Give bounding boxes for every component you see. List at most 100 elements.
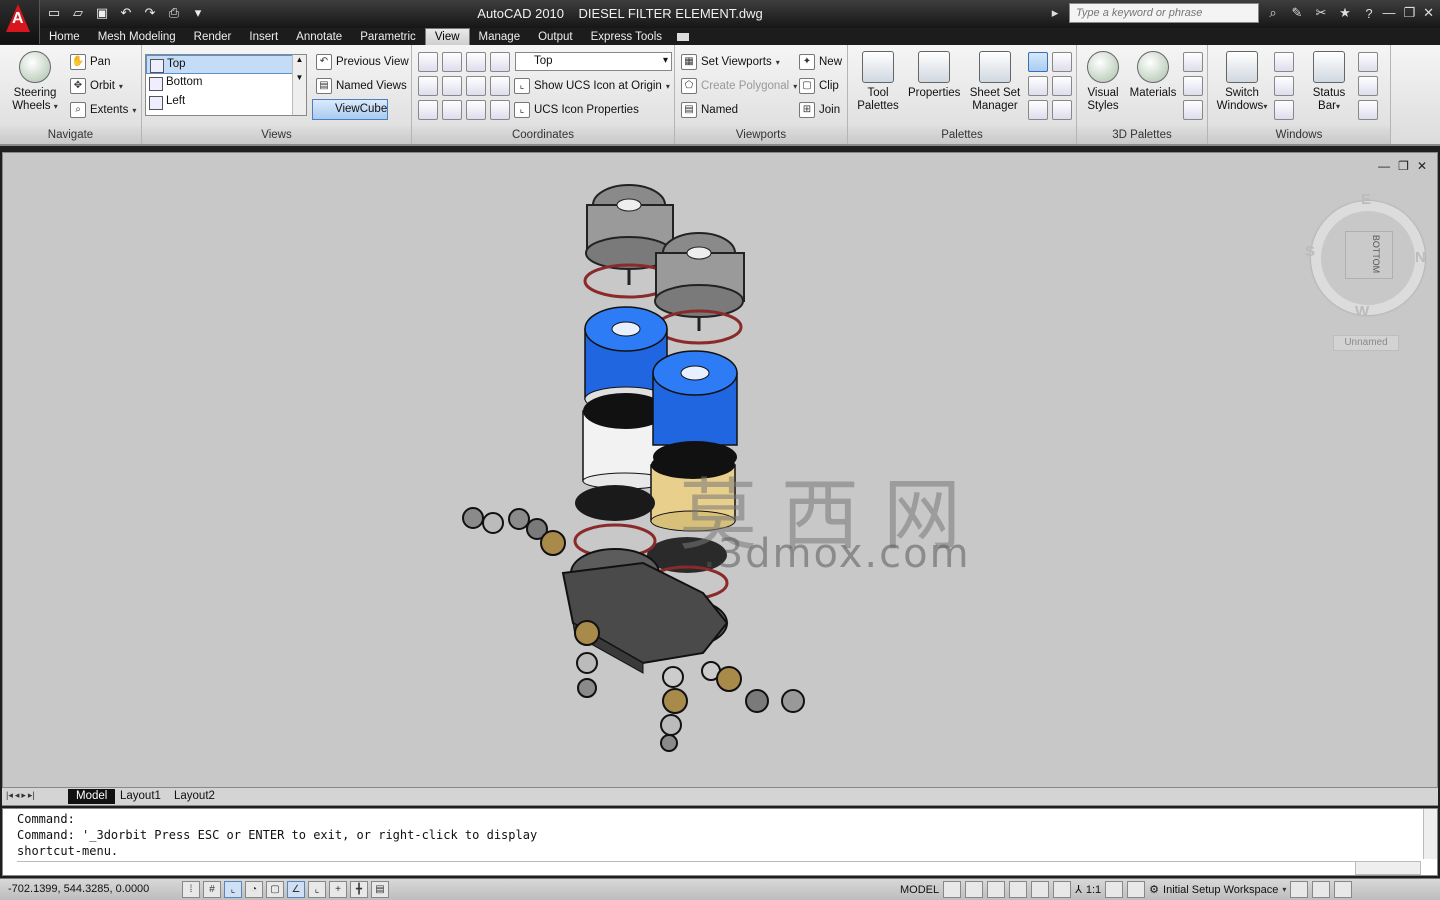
subscription-icon[interactable]: ✎ — [1287, 5, 1307, 21]
command-input[interactable] — [17, 861, 1357, 875]
compass-north[interactable]: N — [1415, 249, 1426, 266]
object-snap-tracking-icon[interactable]: ∠ — [287, 881, 305, 898]
quickcalc-icon[interactable] — [1052, 76, 1072, 96]
design-center-icon[interactable] — [1052, 52, 1072, 72]
text-window-icon[interactable] — [1358, 52, 1378, 72]
tool-palettes-button[interactable]: Tool Palettes — [854, 51, 902, 113]
steering-wheel-status-icon[interactable] — [1031, 881, 1050, 898]
external-references-icon[interactable] — [1028, 76, 1048, 96]
tab-mesh-modeling[interactable]: Mesh Modeling — [89, 29, 185, 46]
ortho-mode-icon[interactable]: ⌞ — [224, 881, 242, 898]
last-layout-icon[interactable]: ▸| — [28, 790, 35, 801]
expand-search-icon[interactable]: ▸ — [1045, 5, 1065, 21]
cascade-icon[interactable] — [1274, 100, 1294, 120]
viewcube[interactable]: BOTTOM E N S W — [1303, 191, 1433, 323]
polar-tracking-icon[interactable]: ◔ — [245, 881, 263, 898]
extents-button[interactable]: ⌕ Extents ▾ — [70, 102, 136, 118]
ucs-previous-icon[interactable] — [442, 52, 462, 72]
view-item-bottom[interactable]: Bottom — [146, 74, 306, 93]
lock-ui-icon[interactable] — [1290, 881, 1309, 898]
steering-wheels-button[interactable]: Steering Wheels ▾ — [8, 51, 62, 113]
tab-view[interactable]: View — [424, 28, 470, 45]
drawing-area[interactable]: — ❐ ✕ 莫西网 .3dmox.com BOTTOM E N S W Unna… — [2, 152, 1438, 788]
ucs-world-icon[interactable] — [418, 52, 438, 72]
annotation-visibility-icon[interactable] — [1105, 881, 1124, 898]
tab-express-tools[interactable]: Express Tools — [582, 29, 671, 46]
model-space-label[interactable]: MODEL — [900, 884, 939, 896]
join-viewport-button[interactable]: ⊞ Join — [799, 102, 840, 118]
dbconnect-icon[interactable] — [1052, 100, 1072, 120]
status-bar-button[interactable]: Status Bar▾ — [1304, 51, 1354, 113]
dynamic-ucs-icon[interactable]: ⌞ — [308, 881, 326, 898]
ucs-named-combo[interactable]: Top — [515, 52, 672, 71]
lights-palette-icon[interactable] — [1183, 52, 1203, 72]
ucs-z-axis-icon[interactable] — [466, 76, 486, 96]
tab-render[interactable]: Render — [185, 29, 241, 46]
properties-button[interactable]: Properties — [908, 51, 960, 100]
tab-layout2[interactable]: Layout2 — [166, 789, 223, 804]
ucs-z-rotate-icon[interactable] — [466, 100, 486, 120]
tab-manage[interactable]: Manage — [470, 29, 530, 46]
tab-parametric[interactable]: Parametric — [351, 29, 425, 46]
workspace-switcher[interactable]: Initial Setup Workspace — [1163, 884, 1278, 896]
materials-button[interactable]: Materials — [1129, 51, 1177, 100]
new-viewport-button[interactable]: ✦ New — [799, 54, 842, 70]
quick-view-layouts-icon[interactable] — [943, 881, 962, 898]
tab-home[interactable]: Home — [40, 29, 89, 46]
annotation-scale-icon[interactable]: ⅄ — [1075, 883, 1082, 896]
view-item-left[interactable]: Left — [146, 93, 306, 112]
help-icon[interactable]: ? — [1359, 6, 1379, 21]
tab-insert[interactable]: Insert — [240, 29, 287, 46]
compass-south[interactable]: S — [1305, 243, 1315, 260]
annotation-scale-value[interactable]: 1:1 — [1086, 884, 1101, 896]
markup-set-icon[interactable] — [1028, 100, 1048, 120]
close-icon[interactable]: ✕ — [1423, 5, 1434, 21]
visual-styles-button[interactable]: Visual Styles — [1081, 51, 1125, 113]
clean-screen-icon[interactable] — [1334, 881, 1353, 898]
tab-annotate[interactable]: Annotate — [287, 29, 351, 46]
tile-vertical-icon[interactable] — [1274, 76, 1294, 96]
tab-output[interactable]: Output — [529, 29, 582, 46]
ucs-apply-icon[interactable] — [490, 100, 510, 120]
communication-center-icon[interactable]: ✂ — [1311, 5, 1331, 21]
command-line-toggle-icon[interactable] — [1028, 52, 1048, 72]
snap-mode-icon[interactable]: ⁞ — [182, 881, 200, 898]
sheet-set-manager-button[interactable]: Sheet Set Manager — [968, 51, 1022, 113]
prev-layout-icon[interactable]: ◂ — [15, 790, 20, 801]
object-snap-icon[interactable]: ▢ — [266, 881, 284, 898]
viewcube-ucs-menu[interactable]: Unnamed — [1333, 335, 1399, 351]
ucs-y-rotate-icon[interactable] — [442, 100, 462, 120]
next-layout-icon[interactable]: ▸ — [21, 790, 26, 801]
command-horizontal-scrollbar[interactable] — [1355, 861, 1421, 875]
application-menu-button[interactable]: A — [0, 0, 40, 44]
ucs-face-icon[interactable] — [466, 52, 486, 72]
viewcube-toggle-button[interactable]: ViewCube — [312, 99, 388, 120]
command-line-window[interactable]: Command: Command: '_3dorbit Press ESC or … — [2, 808, 1438, 876]
grid-display-icon[interactable]: # — [203, 881, 221, 898]
binoculars-icon[interactable]: ⌕ — [1263, 5, 1283, 21]
toolbars-icon[interactable] — [1358, 76, 1378, 96]
zoom-status-icon[interactable] — [1009, 881, 1028, 898]
set-viewports-button[interactable]: ▦ Set Viewports ▾ — [681, 54, 780, 70]
pan-button[interactable]: ✋ Pan — [70, 54, 110, 70]
lineweight-icon[interactable]: ╋ — [350, 881, 368, 898]
views-list-scrollbar[interactable]: ▲ ▼ — [292, 55, 306, 115]
ucs-icon-properties-button[interactable]: ⌞ UCS Icon Properties — [514, 102, 639, 118]
previous-view-button[interactable]: ↶ Previous View — [316, 54, 409, 70]
pan-status-icon[interactable] — [987, 881, 1006, 898]
switch-windows-button[interactable]: Switch Windows▾ — [1214, 51, 1270, 113]
clip-viewport-button[interactable]: ▢ Clip — [799, 78, 839, 94]
showmotion-icon[interactable] — [1053, 881, 1072, 898]
tab-model[interactable]: Model — [68, 789, 116, 804]
workspace-gear-icon[interactable]: ⚙ — [1149, 883, 1159, 896]
first-layout-icon[interactable]: |◂ — [6, 790, 13, 801]
isolate-objects-icon[interactable] — [1312, 881, 1331, 898]
auto-scale-icon[interactable] — [1127, 881, 1146, 898]
orbit-button[interactable]: ✥ Orbit ▾ — [70, 78, 123, 94]
advanced-render-icon[interactable] — [1183, 100, 1203, 120]
view-item-top[interactable]: Top — [146, 55, 306, 74]
named-viewports-button[interactable]: ▤ Named — [681, 102, 738, 118]
minimize-ribbon-icon[interactable] — [677, 32, 690, 41]
ucs-origin-icon[interactable] — [442, 76, 462, 96]
favorites-icon[interactable]: ★ — [1335, 5, 1355, 21]
